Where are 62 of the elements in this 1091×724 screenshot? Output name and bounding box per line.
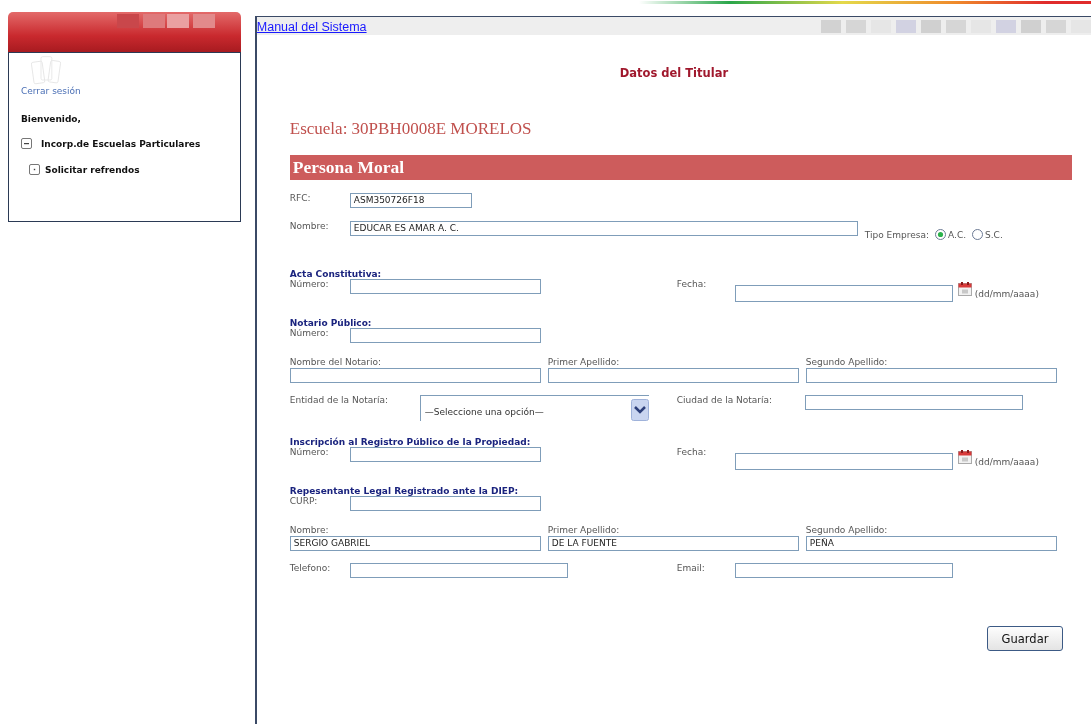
- date-field[interactable]: [734, 285, 953, 302]
- field-label: Entidad de la Notaría:: [289, 395, 390, 407]
- radio-button[interactable]: [972, 229, 984, 240]
- school-heading: Escuela: 30PBH0008E MORELOS: [289, 119, 533, 139]
- date-field[interactable]: [734, 453, 953, 470]
- group-heading: Acta Constitutiva:: [289, 269, 383, 279]
- expand-icon[interactable]: [29, 164, 40, 175]
- chevron-down-icon[interactable]: [630, 399, 649, 421]
- date-format-hint: (dd/mm/aaaa): [974, 289, 1039, 299]
- field-label: Fecha:: [676, 447, 708, 459]
- field-label: Número:: [289, 279, 330, 291]
- field-label: CURP:: [289, 496, 319, 508]
- cards-drawing: [31, 55, 61, 85]
- field-label: Nombre del Notario:: [289, 357, 383, 367]
- logout-link[interactable]: Cerrar sesión: [21, 86, 81, 96]
- field-label: Nombre:: [289, 221, 330, 233]
- input-field[interactable]: PEÑA: [805, 536, 1057, 551]
- field-label: Tipo Empresa:: [864, 229, 930, 240]
- field-label: Segundo Apellido:: [805, 357, 889, 367]
- field-label: RFC:: [289, 193, 312, 205]
- input-field[interactable]: DE LA FUENTE: [547, 536, 799, 551]
- date-format-hint: (dd/mm/aaaa): [974, 457, 1039, 467]
- page-title: Datos del Titular: [618, 66, 730, 80]
- input-field[interactable]: [349, 328, 541, 343]
- input-field[interactable]: [349, 563, 568, 578]
- radio-label: A.C.: [948, 229, 967, 240]
- menu-item[interactable]: Incorp.de Escuelas Particulares: [41, 138, 201, 149]
- manual-link[interactable]: Manual del Sistema: [256, 20, 367, 34]
- field-label: Email:: [676, 563, 706, 575]
- input-field[interactable]: [349, 279, 541, 294]
- field-label: Primer Apellido:: [547, 525, 621, 535]
- input-field[interactable]: ASM350726F18: [349, 193, 472, 208]
- input-field[interactable]: [349, 447, 541, 462]
- field-label: Telefono:: [289, 563, 332, 575]
- input-field[interactable]: EDUCAR ES AMAR A. C.: [349, 221, 858, 236]
- input-field[interactable]: SERGIO GABRIEL: [289, 536, 541, 551]
- field-label: Nombre:: [289, 525, 330, 535]
- radio-button[interactable]: [935, 229, 947, 240]
- field-label: Fecha:: [676, 279, 708, 291]
- group-heading: Notario Público:: [289, 318, 373, 328]
- input-field[interactable]: [804, 395, 1023, 410]
- calendar-icon[interactable]: [957, 282, 972, 296]
- input-field[interactable]: [547, 368, 799, 383]
- group-heading: Repesentante Legal Registrado ante la DIEP:: [289, 486, 520, 496]
- group-heading: Inscripción al Registro Público de la Propiedad:: [289, 437, 532, 447]
- input-field[interactable]: [734, 563, 953, 578]
- collapse-icon[interactable]: [21, 138, 32, 149]
- dropdown[interactable]: —Seleccione una opción—: [419, 395, 649, 421]
- field-label: Segundo Apellido:: [805, 525, 889, 535]
- input-field[interactable]: [349, 496, 541, 511]
- input-field[interactable]: [289, 368, 541, 383]
- field-label: Ciudad de la Notaría:: [676, 395, 774, 407]
- save-button[interactable]: Guardar: [987, 626, 1063, 651]
- radio-label: S.C.: [985, 229, 1003, 240]
- section-header: Persona Moral: [289, 155, 1072, 180]
- welcome-text: Bienvenido,: [21, 114, 81, 124]
- field-label: Número:: [289, 328, 330, 340]
- field-label: Primer Apellido:: [547, 357, 621, 367]
- menu-item[interactable]: Solicitar refrendos: [45, 164, 140, 175]
- field-label: Número:: [289, 447, 329, 459]
- input-field[interactable]: [805, 368, 1057, 383]
- calendar-icon[interactable]: [957, 450, 972, 464]
